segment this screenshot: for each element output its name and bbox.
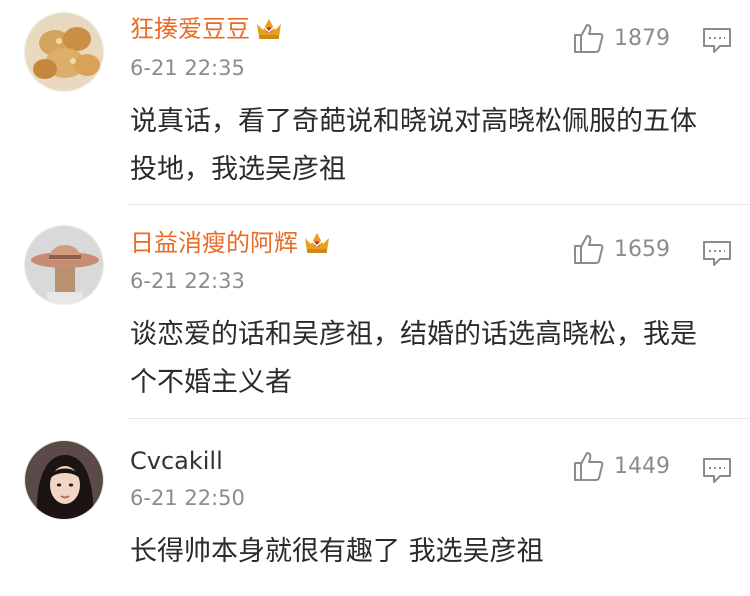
comment-text: 长得帅本身就很有趣了 我选吴彦祖	[130, 536, 544, 567]
like-count: 1449	[614, 453, 670, 479]
username[interactable]: Cvcakill	[130, 446, 223, 476]
crown-icon	[305, 233, 329, 253]
comment-item: 狂揍爱豆豆 6-21 22:35 说真话，看了奇葩说和晓说对高晓松佩服的五体投地…	[0, 0, 750, 205]
username[interactable]: 狂揍爱豆豆	[130, 14, 284, 44]
food-avatar-image	[25, 13, 103, 91]
like-button[interactable]: 1879	[572, 22, 670, 54]
cowboy-hat-avatar-image	[25, 226, 103, 304]
portrait-avatar-image	[25, 441, 103, 519]
timestamp: 6-21 22:50	[130, 486, 245, 510]
like-count: 1879	[614, 25, 670, 51]
thumbs-up-icon	[574, 235, 604, 264]
comment-icon[interactable]	[702, 456, 732, 484]
comment-item: Cvcakill 6-21 22:50 长得帅本身就很有趣了 我选吴彦祖 144…	[0, 418, 750, 596]
avatar[interactable]	[24, 12, 104, 92]
comment-text: 谈恋爱的话和吴彦祖，结婚的话选高晓松，我是个不婚主义者	[130, 319, 697, 398]
avatar[interactable]	[24, 440, 104, 520]
timestamp: 6-21 22:33	[130, 269, 245, 293]
comment-icon[interactable]	[702, 26, 732, 54]
like-button[interactable]: 1449	[572, 450, 670, 482]
timestamp: 6-21 22:35	[130, 56, 245, 80]
comment-text: 说真话，看了奇葩说和晓说对高晓松佩服的五体投地，我选吴彦祖	[130, 106, 697, 185]
comment-item: 日益消瘦的阿辉 6-21 22:33 谈恋爱的话和吴彦祖，结婚的话选高晓松，我是…	[0, 205, 750, 418]
thumbs-up-icon	[574, 24, 604, 53]
like-count: 1659	[614, 236, 670, 262]
username[interactable]: 日益消瘦的阿辉	[130, 228, 332, 258]
thumbs-up-icon	[574, 452, 604, 481]
comment-icon[interactable]	[702, 239, 732, 267]
avatar[interactable]	[24, 225, 104, 305]
like-button[interactable]: 1659	[572, 233, 670, 265]
crown-icon	[257, 19, 281, 39]
